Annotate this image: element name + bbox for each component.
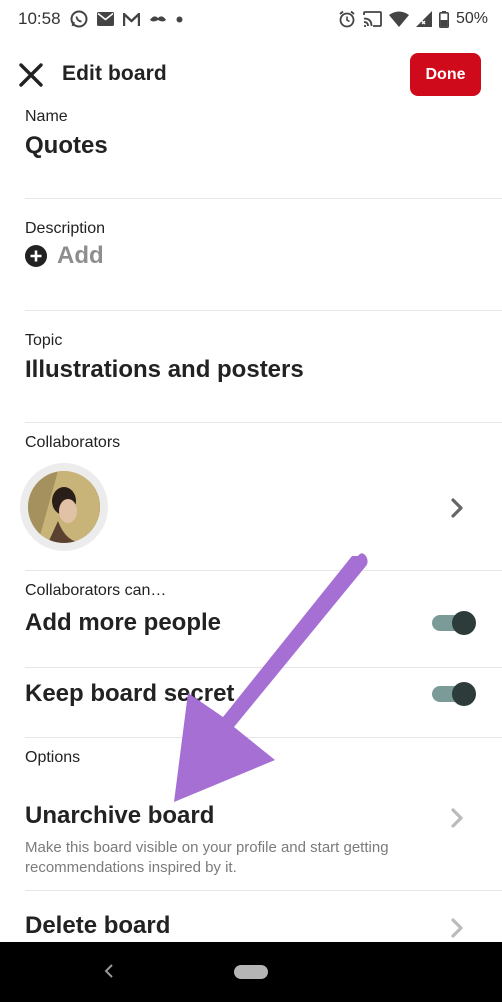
whatsapp-icon bbox=[70, 10, 88, 28]
divider bbox=[25, 890, 502, 891]
close-icon bbox=[19, 63, 43, 87]
unarchive-row[interactable]: Unarchive board Make this board visible … bbox=[0, 802, 502, 882]
topic-section[interactable]: Topic Illustrations and posters bbox=[25, 332, 502, 384]
mustache-icon bbox=[149, 15, 167, 24]
mail-icon bbox=[96, 12, 114, 26]
alarm-icon bbox=[338, 10, 356, 28]
collaborators-label: Collaborators bbox=[25, 434, 121, 451]
collaborators-can-label: Collaborators can… bbox=[25, 582, 167, 599]
delete-label: Delete board bbox=[25, 912, 171, 939]
back-chevron-icon bbox=[104, 964, 113, 978]
options-section: Options bbox=[25, 749, 502, 767]
toggle-thumb bbox=[452, 611, 476, 635]
keep-secret-toggle[interactable] bbox=[430, 681, 476, 706]
topic-label: Topic bbox=[25, 332, 63, 349]
header: Edit board Done bbox=[0, 38, 502, 110]
cast-icon bbox=[363, 11, 382, 27]
divider bbox=[25, 198, 502, 199]
status-right: 50% bbox=[338, 10, 488, 28]
divider bbox=[25, 667, 502, 668]
signal-icon bbox=[415, 11, 432, 27]
plus-circle-icon bbox=[25, 245, 47, 267]
collaborators-section: Collaborators bbox=[25, 434, 502, 452]
chevron-right-icon bbox=[451, 498, 463, 518]
description-add-label: Add bbox=[57, 242, 104, 269]
options-label: Options bbox=[25, 749, 81, 766]
divider bbox=[25, 422, 502, 423]
status-bar: 10:58 50% bbox=[0, 0, 502, 38]
system-nav-bar bbox=[0, 942, 502, 1002]
collaborators-row[interactable] bbox=[0, 460, 502, 554]
battery-icon bbox=[438, 10, 449, 28]
chevron-right-icon bbox=[451, 918, 463, 938]
name-field[interactable]: Quotes bbox=[25, 132, 502, 160]
nav-back-button[interactable] bbox=[102, 962, 116, 980]
description-section: Description Add bbox=[25, 220, 502, 270]
divider bbox=[25, 737, 502, 738]
avatar-image bbox=[28, 471, 100, 543]
description-label: Description bbox=[25, 220, 106, 237]
delete-row[interactable]: Delete board bbox=[0, 912, 502, 942]
divider bbox=[25, 310, 502, 311]
avatar bbox=[20, 463, 108, 551]
status-time: 10:58 bbox=[18, 9, 61, 28]
gmail-icon bbox=[122, 12, 140, 26]
battery-percent: 50% bbox=[455, 10, 488, 27]
wifi-icon bbox=[388, 11, 409, 27]
name-section: Name Quotes bbox=[25, 110, 502, 160]
status-left: 10:58 bbox=[18, 9, 183, 29]
done-button[interactable]: Done bbox=[410, 53, 481, 96]
divider bbox=[25, 570, 502, 571]
dot-icon bbox=[176, 16, 183, 23]
topic-value: Illustrations and posters bbox=[25, 356, 304, 383]
add-people-toggle[interactable] bbox=[430, 610, 476, 635]
unarchive-label: Unarchive board bbox=[25, 802, 215, 829]
nav-home-button[interactable] bbox=[234, 965, 268, 979]
edit-board-form: Name Quotes Description Add Topic Illust… bbox=[0, 110, 502, 942]
chevron-right-icon bbox=[451, 808, 463, 828]
toggle-thumb bbox=[452, 682, 476, 706]
description-add-button[interactable]: Add bbox=[25, 242, 502, 270]
close-button[interactable] bbox=[18, 62, 44, 88]
name-label: Name bbox=[25, 110, 68, 125]
unarchive-description: Make this board visible on your profile … bbox=[25, 839, 389, 876]
page-title: Edit board bbox=[62, 62, 167, 85]
